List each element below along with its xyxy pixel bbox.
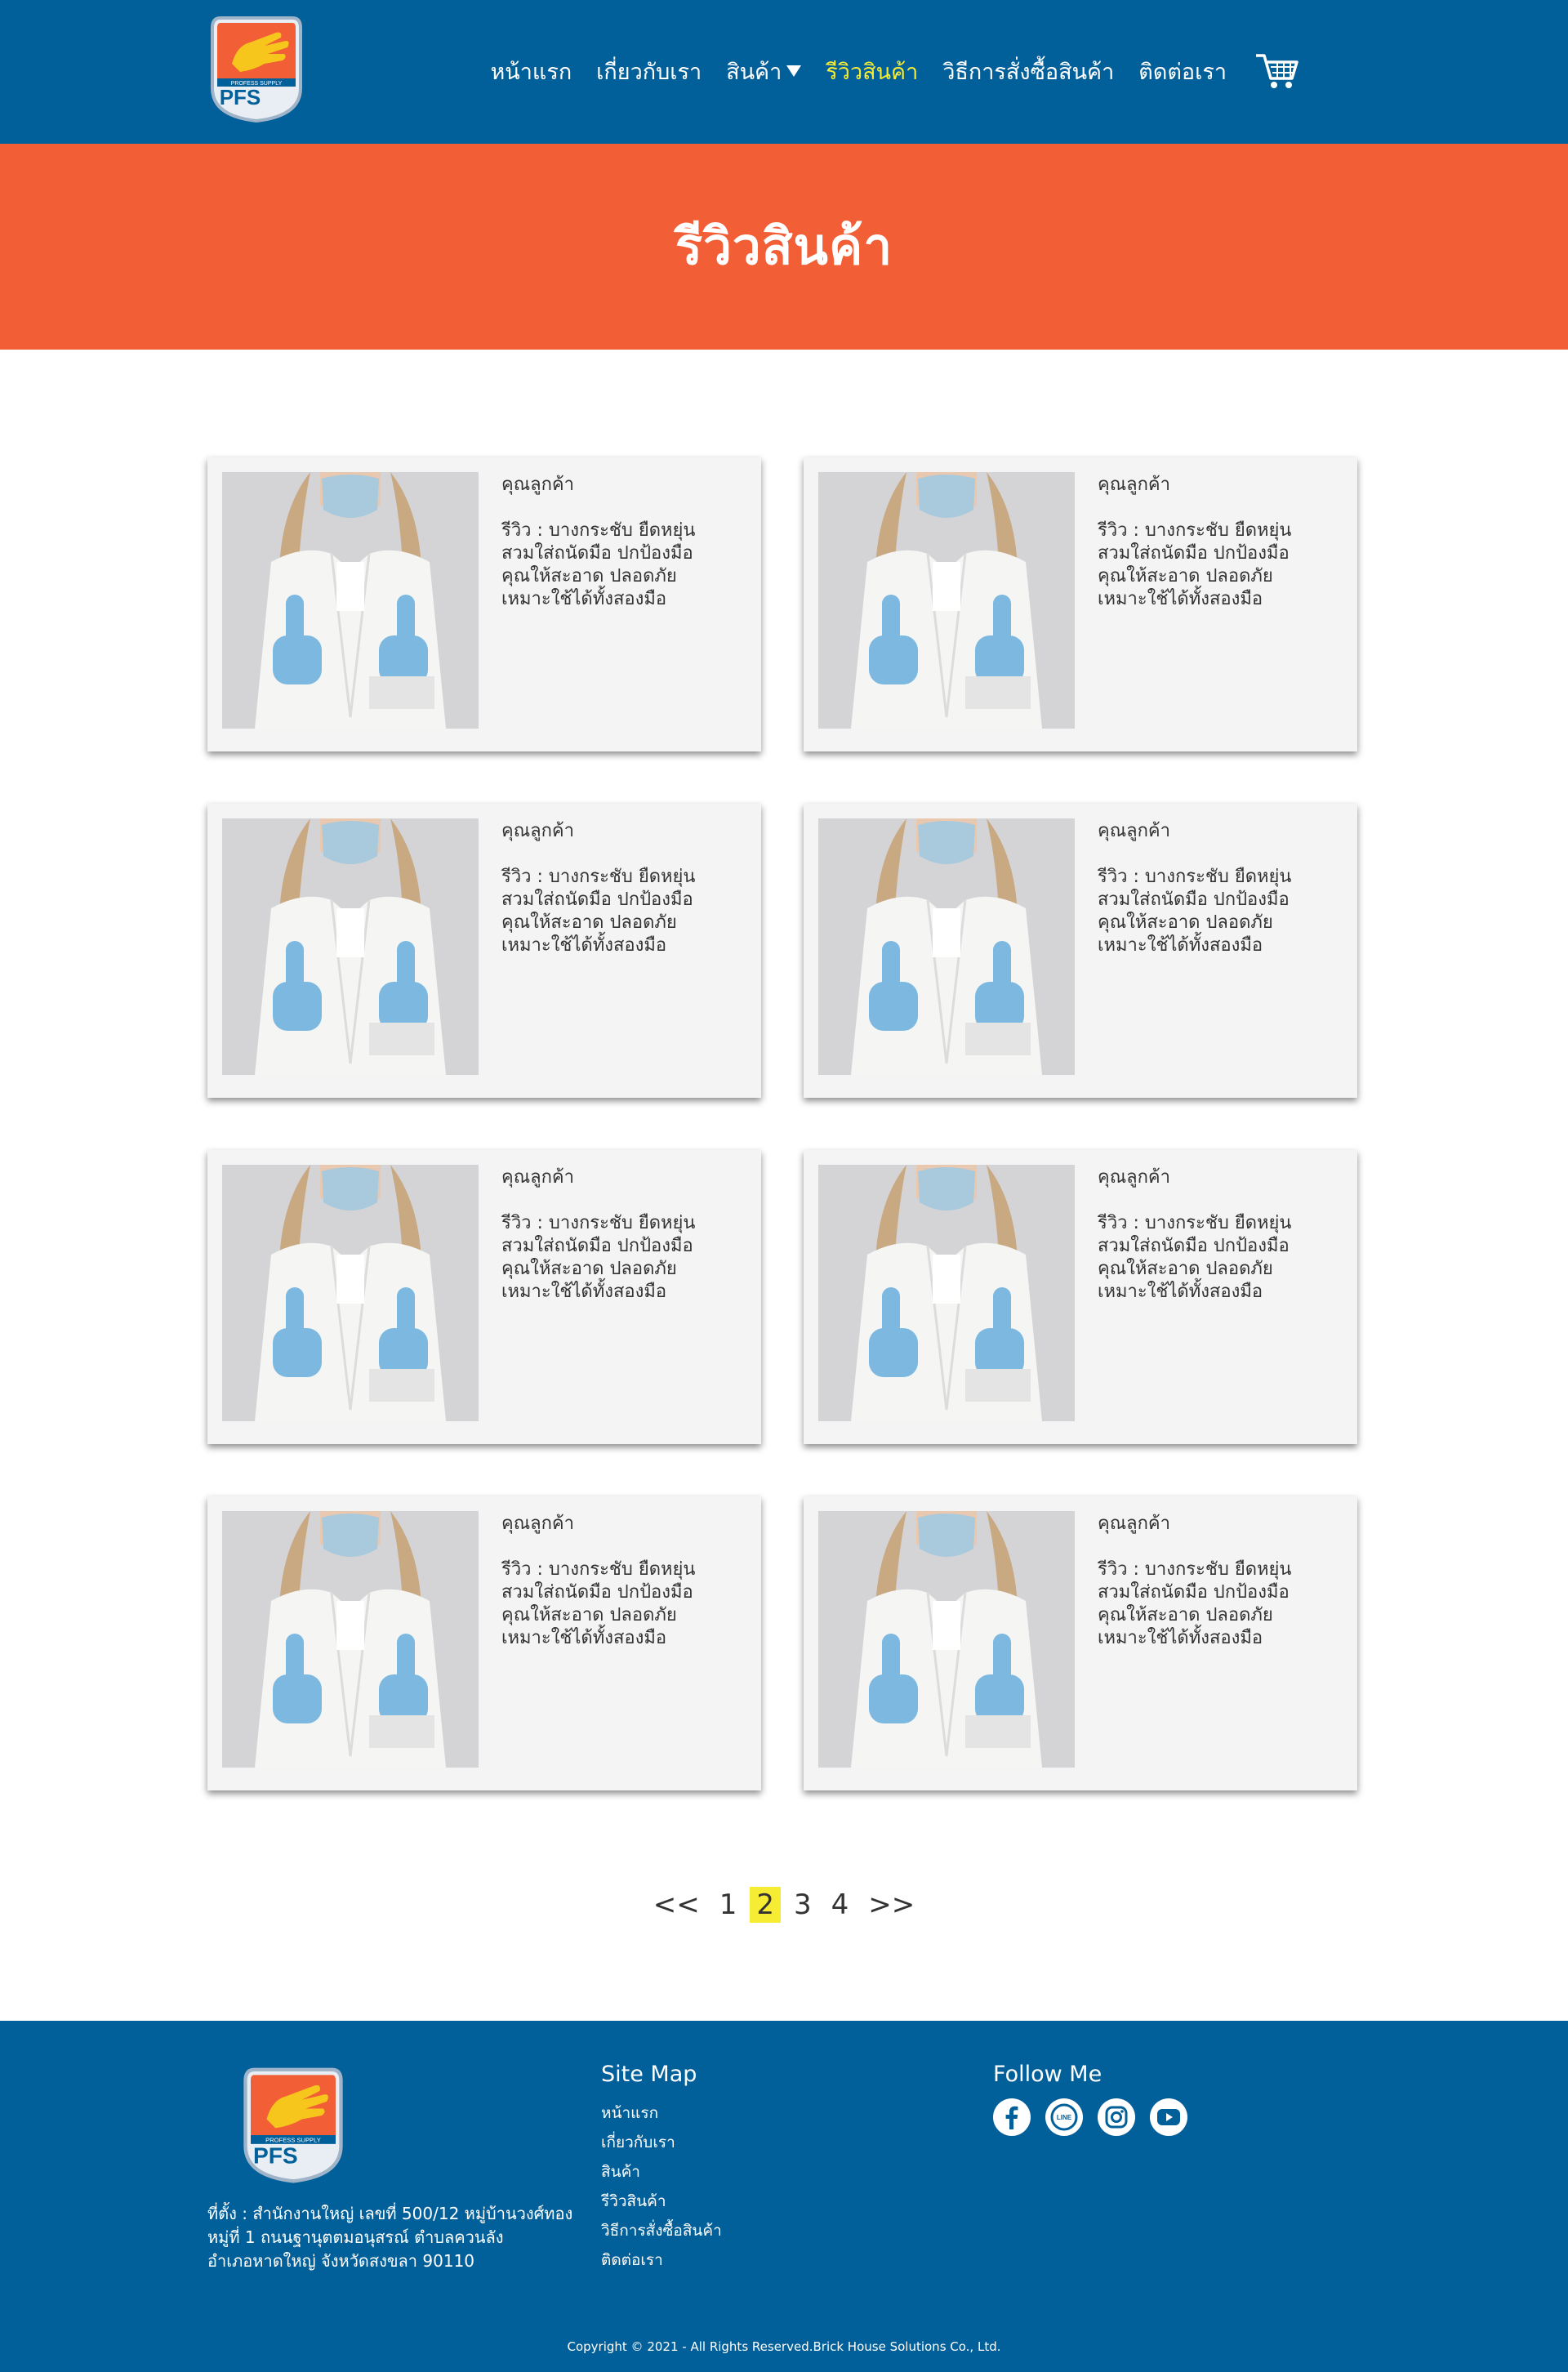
instagram-icon[interactable] xyxy=(1098,2098,1135,2136)
reviewer-name: คุณลูกค้า xyxy=(1098,1514,1170,1534)
facebook-icon[interactable] xyxy=(993,2098,1031,2136)
review-card: คุณลูกค้า รีวิว : บางกระชับ ยืดหยุ่น สวม… xyxy=(804,1496,1357,1790)
nav-products-label: สินค้า xyxy=(726,59,782,85)
review-body: รีวิว : บางกระชับ ยืดหยุ่น สวมใส่ถนัดมือ… xyxy=(501,1559,696,1648)
copyright-text: Copyright © 2021 - All Rights Reserved.B… xyxy=(567,2339,1001,2354)
pagination-prev[interactable]: << xyxy=(647,1887,706,1923)
svg-text:PFS: PFS xyxy=(253,2143,298,2169)
review-card: คุณลูกค้า รีวิว : บางกระชับ ยืดหยุ่น สวม… xyxy=(804,804,1357,1098)
nav-contact-label: ติดต่อเรา xyxy=(1138,59,1227,85)
site-header: PROFESS SUPPLY PFS หน้าแรก เกี่ยวกับเรา … xyxy=(0,0,1568,144)
review-body: รีวิว : บางกระชับ ยืดหยุ่น สวมใส่ถนัดมือ… xyxy=(1098,520,1292,609)
reviewer-name: คุณลูกค้า xyxy=(501,475,574,495)
main-nav: หน้าแรก เกี่ยวกับเรา สินค้า รีวิวสินค้า … xyxy=(491,51,1301,91)
pagination-page-1[interactable]: 1 xyxy=(713,1887,744,1923)
footer-address: ที่ตั้ง : สำนักงานใหญ่ เลขที่ 500/12 หมู… xyxy=(207,2202,583,2273)
pagination-page-4[interactable]: 4 xyxy=(825,1887,856,1923)
site-footer: PROFESS SUPPLY PFS ที่ตั้ง : สำนักงานใหญ… xyxy=(0,2021,1568,2372)
sitemap-link-home[interactable]: หน้าแรก xyxy=(601,2098,722,2128)
reviewer-name: คุณลูกค้า xyxy=(501,1167,574,1188)
reviewer-name: คุณลูกค้า xyxy=(1098,1167,1170,1188)
review-photo xyxy=(222,818,479,1075)
review-photo xyxy=(818,1165,1075,1421)
review-photo xyxy=(818,1511,1075,1768)
nav-about-label: เกี่ยวกับเรา xyxy=(596,59,702,85)
review-text: คุณลูกค้า รีวิว : บางกระชับ ยืดหยุ่น สวม… xyxy=(501,1166,746,1304)
svg-text:PFS: PFS xyxy=(220,85,261,109)
nav-about[interactable]: เกี่ยวกับเรา xyxy=(596,54,702,89)
sitemap-link-about[interactable]: เกี่ยวกับเรา xyxy=(601,2128,722,2157)
review-body: รีวิว : บางกระชับ ยืดหยุ่น สวมใส่ถนัดมือ… xyxy=(1098,1559,1292,1648)
review-card: คุณลูกค้า รีวิว : บางกระชับ ยืดหยุ่น สวม… xyxy=(207,457,761,751)
address-line: อำเภอหาดใหญ่ จังหวัดสงขลา 90110 xyxy=(207,2251,475,2271)
shopping-cart-icon[interactable] xyxy=(1254,51,1300,91)
pfs-logo-footer[interactable]: PROFESS SUPPLY PFS xyxy=(240,2063,346,2186)
review-photo xyxy=(222,1165,479,1421)
page-banner: รีวิวสินค้า xyxy=(0,144,1568,350)
social-links: LINE xyxy=(993,2098,1187,2136)
reviewer-name: คุณลูกค้า xyxy=(501,1514,574,1534)
review-body: รีวิว : บางกระชับ ยืดหยุ่น สวมใส่ถนัดมือ… xyxy=(1098,867,1292,956)
pagination: << 1 2 3 4 >> xyxy=(0,1887,1568,1923)
review-text: คุณลูกค้า รีวิว : บางกระชับ ยืดหยุ่น สวม… xyxy=(1098,474,1343,611)
nav-how-to-order[interactable]: วิธีการสั่งซื้อสินค้า xyxy=(942,54,1114,89)
nav-how-to-order-label: วิธีการสั่งซื้อสินค้า xyxy=(942,59,1115,85)
review-body: รีวิว : บางกระชับ ยืดหยุ่น สวมใส่ถนัดมือ… xyxy=(501,520,696,609)
sitemap-link-how-to-order[interactable]: วิธีการสั่งซื้อสินค้า xyxy=(601,2216,722,2245)
sitemap-link-contact[interactable]: ติดต่อเรา xyxy=(601,2245,722,2275)
review-card: คุณลูกค้า รีวิว : บางกระชับ ยืดหยุ่น สวม… xyxy=(207,1150,761,1444)
caret-down-icon xyxy=(786,65,802,77)
follow-title: Follow Me xyxy=(993,2062,1102,2087)
reviewer-name: คุณลูกค้า xyxy=(501,821,574,841)
review-body: รีวิว : บางกระชับ ยืดหยุ่น สวมใส่ถนัดมือ… xyxy=(1098,1213,1292,1302)
pagination-page-3[interactable]: 3 xyxy=(787,1887,818,1923)
footer-follow: Follow Me LINE xyxy=(993,2062,1187,2136)
pagination-next[interactable]: >> xyxy=(862,1887,921,1923)
review-photo xyxy=(222,472,479,729)
review-photo xyxy=(222,1511,479,1768)
pagination-page-2[interactable]: 2 xyxy=(750,1887,781,1923)
reviewer-name: คุณลูกค้า xyxy=(1098,475,1170,495)
reviewer-name: คุณลูกค้า xyxy=(1098,821,1170,841)
svg-text:LINE: LINE xyxy=(1057,2114,1072,2121)
footer-sitemap: Site Map หน้าแรก เกี่ยวกับเรา สินค้า รีว… xyxy=(601,2062,722,2275)
page-title: รีวิวสินค้า xyxy=(675,216,893,276)
review-text: คุณลูกค้า รีวิว : บางกระชับ ยืดหยุ่น สวม… xyxy=(501,820,746,957)
review-text: คุณลูกค้า รีวิว : บางกระชับ ยืดหยุ่น สวม… xyxy=(1098,1166,1343,1304)
review-card: คุณลูกค้า รีวิว : บางกระชับ ยืดหยุ่น สวม… xyxy=(207,804,761,1098)
pfs-logo[interactable]: PROFESS SUPPLY PFS xyxy=(207,13,305,124)
nav-products[interactable]: สินค้า xyxy=(726,54,802,89)
nav-reviews[interactable]: รีวิวสินค้า xyxy=(826,54,918,89)
nav-home[interactable]: หน้าแรก xyxy=(491,54,572,89)
nav-home-label: หน้าแรก xyxy=(490,59,572,85)
review-text: คุณลูกค้า รีวิว : บางกระชับ ยืดหยุ่น สวม… xyxy=(501,474,746,611)
review-text: คุณลูกค้า รีวิว : บางกระชับ ยืดหยุ่น สวม… xyxy=(1098,820,1343,957)
sitemap-link-products[interactable]: สินค้า xyxy=(601,2157,722,2187)
youtube-icon[interactable] xyxy=(1150,2098,1187,2136)
sitemap-title: Site Map xyxy=(601,2062,697,2087)
address-line: หมู่ที่ 1 ถนนฐานุตตมอนุสรณ์ ตำบลควนลัง xyxy=(207,2227,504,2247)
nav-reviews-label: รีวิวสินค้า xyxy=(826,59,919,85)
review-body: รีวิว : บางกระชับ ยืดหยุ่น สวมใส่ถนัดมือ… xyxy=(501,867,696,956)
sitemap-link-reviews[interactable]: รีวิวสินค้า xyxy=(601,2187,722,2216)
nav-contact[interactable]: ติดต่อเรา xyxy=(1138,54,1227,89)
address-line: ที่ตั้ง : สำนักงานใหญ่ เลขที่ 500/12 หมู… xyxy=(207,2204,573,2223)
review-card: คุณลูกค้า รีวิว : บางกระชับ ยืดหยุ่น สวม… xyxy=(804,1150,1357,1444)
review-photo xyxy=(818,818,1075,1075)
review-body: รีวิว : บางกระชับ ยืดหยุ่น สวมใส่ถนัดมือ… xyxy=(501,1213,696,1302)
review-card: คุณลูกค้า รีวิว : บางกระชับ ยืดหยุ่น สวม… xyxy=(804,457,1357,751)
line-icon[interactable]: LINE xyxy=(1045,2098,1083,2136)
review-text: คุณลูกค้า รีวิว : บางกระชับ ยืดหยุ่น สวม… xyxy=(1098,1513,1343,1650)
review-text: คุณลูกค้า รีวิว : บางกระชับ ยืดหยุ่น สวม… xyxy=(501,1513,746,1650)
review-card: คุณลูกค้า รีวิว : บางกระชับ ยืดหยุ่น สวม… xyxy=(207,1496,761,1790)
review-photo xyxy=(818,472,1075,729)
